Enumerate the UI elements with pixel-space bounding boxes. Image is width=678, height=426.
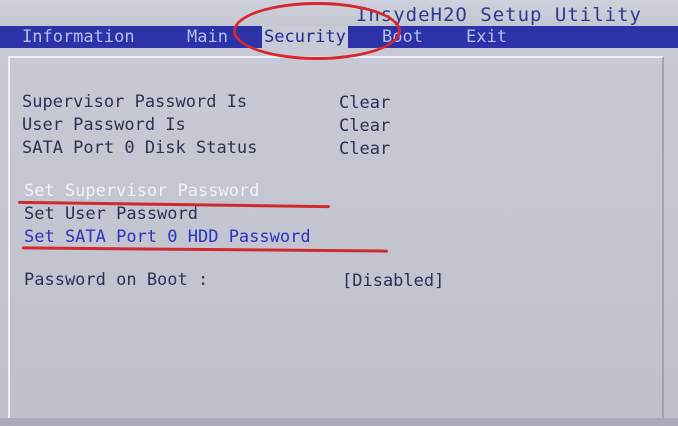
set-user-password-option[interactable]: Set User Password — [24, 204, 198, 224]
tab-information[interactable]: Information — [22, 26, 135, 48]
password-on-boot-value[interactable]: [Disabled] — [342, 271, 444, 291]
sata-disk-status-value: Clear — [339, 139, 391, 159]
supervisor-password-value: Clear — [339, 93, 391, 113]
screen-bottom-edge — [0, 418, 678, 426]
password-on-boot-label: Password on Boot : — [24, 270, 209, 290]
tab-exit[interactable]: Exit — [466, 26, 507, 48]
set-sata-hdd-password-option[interactable]: Set SATA Port 0 HDD Password — [24, 227, 311, 247]
user-password-value: Clear — [339, 116, 391, 136]
tab-main[interactable]: Main — [187, 26, 228, 48]
red-circle-annotation — [233, 2, 401, 60]
sata-disk-status-label: SATA Port 0 Disk Status — [22, 138, 258, 158]
set-supervisor-password-option[interactable]: Set Supervisor Password — [24, 181, 259, 201]
bios-screen: InsydeH2O Setup Utility Information Main… — [0, 0, 678, 426]
user-password-label: User Password Is — [22, 115, 186, 135]
supervisor-password-label: Supervisor Password Is — [22, 92, 248, 112]
utility-title: InsydeH2O Setup Utility — [355, 4, 642, 26]
